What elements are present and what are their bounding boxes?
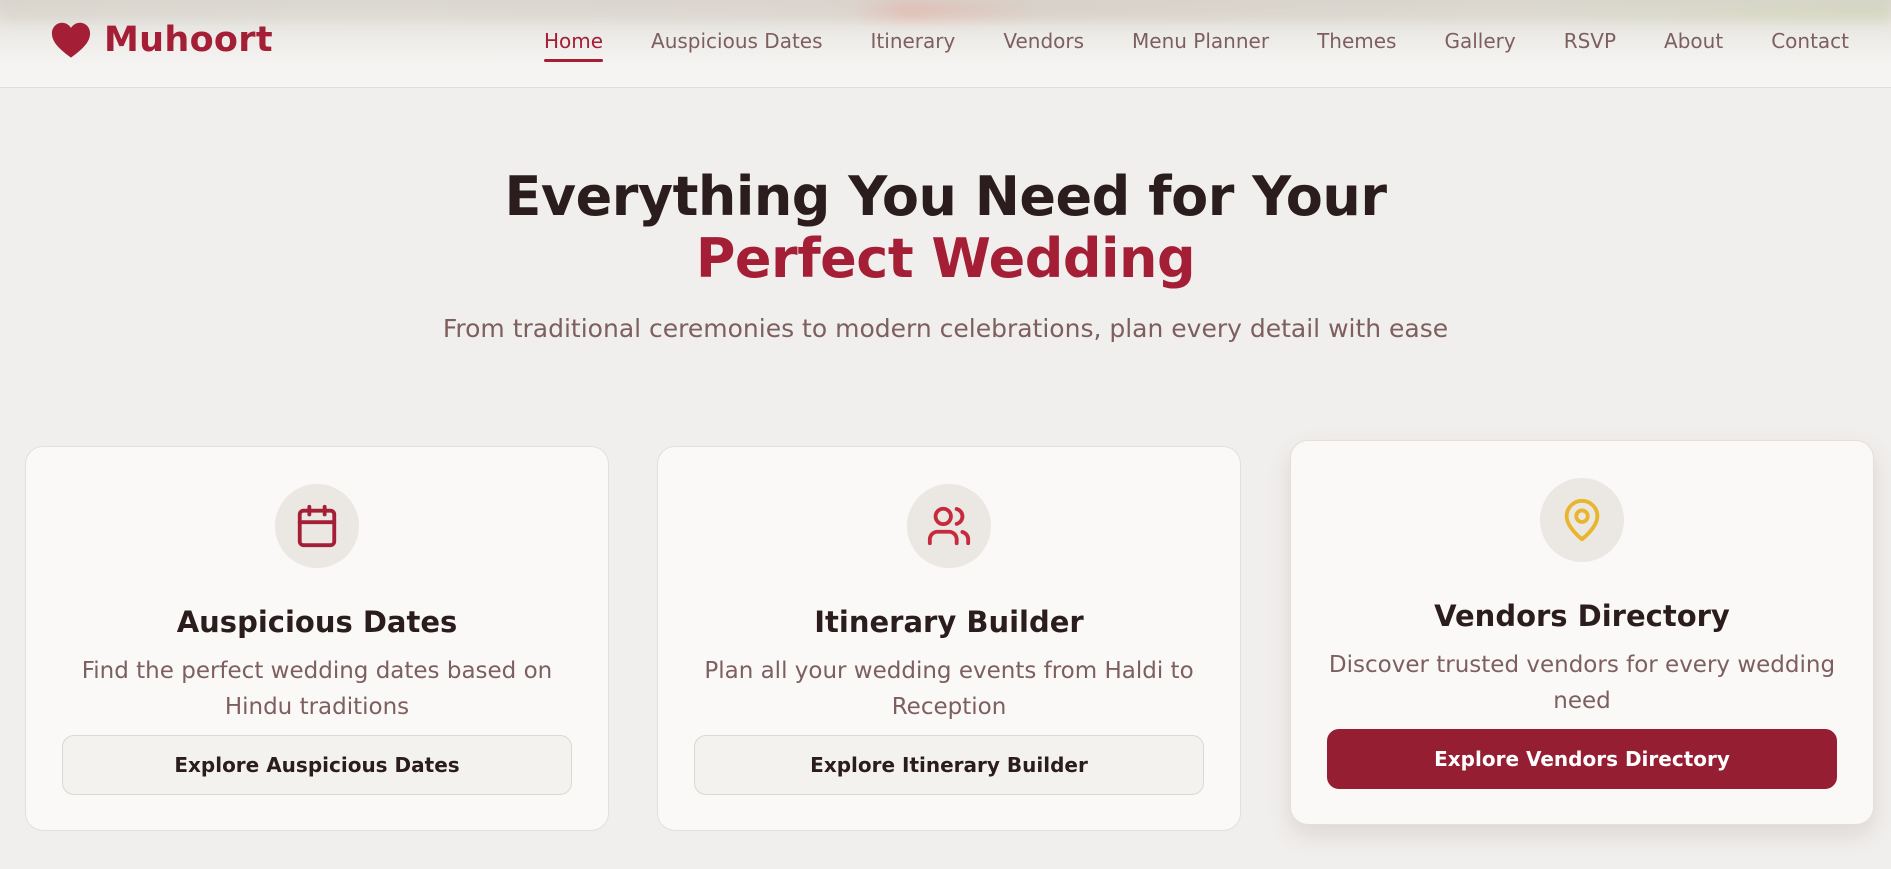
nav-menu-planner[interactable]: Menu Planner [1132, 26, 1269, 60]
calendar-icon [297, 504, 337, 548]
nav-rsvp[interactable]: RSVP [1564, 26, 1616, 60]
heart-icon [51, 22, 91, 58]
nav-about[interactable]: About [1664, 26, 1723, 60]
map-pin-icon [1564, 499, 1600, 542]
card-description: Plan all your wedding events from Haldi … [704, 658, 1194, 720]
icon-badge [907, 484, 991, 568]
hero-title-line1: Everything You Need for Your [504, 165, 1387, 228]
nav-contact[interactable]: Contact [1771, 26, 1849, 60]
card-description: Find the perfect wedding dates based on … [81, 658, 553, 720]
feature-card-auspicious-dates: Auspicious Dates Find the perfect weddin… [25, 446, 609, 831]
explore-auspicious-dates-button[interactable]: Explore Auspicious Dates [62, 735, 572, 795]
nav-vendors[interactable]: Vendors [1003, 26, 1084, 60]
card-title: Itinerary Builder [814, 605, 1084, 639]
nav-auspicious-dates[interactable]: Auspicious Dates [651, 26, 823, 60]
site-header: Muhoort Home Auspicious Dates Itinerary … [0, 0, 1891, 88]
nav-themes[interactable]: Themes [1317, 26, 1396, 60]
feature-card-vendors-directory: Vendors Directory Discover trusted vendo… [1290, 440, 1874, 825]
card-title: Auspicious Dates [176, 605, 458, 639]
header-background-image [0, 0, 1891, 22]
brand-name: Muhoort [104, 20, 273, 60]
icon-badge [1540, 478, 1624, 562]
card-description: Discover trusted vendors for every weddi… [1328, 652, 1836, 714]
feature-card-itinerary-builder: Itinerary Builder Plan all your wedding … [657, 446, 1241, 831]
nav-itinerary[interactable]: Itinerary [871, 26, 956, 60]
icon-badge [275, 484, 359, 568]
hero-title: Everything You Need for Your Perfect Wed… [0, 166, 1891, 290]
explore-vendors-directory-button[interactable]: Explore Vendors Directory [1327, 729, 1837, 789]
main-nav: Home Auspicious Dates Itinerary Vendors … [496, 26, 1849, 62]
nav-home[interactable]: Home [543, 26, 604, 62]
users-icon [927, 506, 971, 546]
hero-title-accent: Perfect Wedding [695, 227, 1196, 290]
explore-itinerary-builder-button[interactable]: Explore Itinerary Builder [694, 735, 1204, 795]
logo[interactable]: Muhoort [48, 18, 273, 62]
nav-gallery[interactable]: Gallery [1444, 26, 1515, 60]
card-title: Vendors Directory [1434, 599, 1730, 633]
hero-subtitle: From traditional ceremonies to modern ce… [442, 314, 1449, 343]
